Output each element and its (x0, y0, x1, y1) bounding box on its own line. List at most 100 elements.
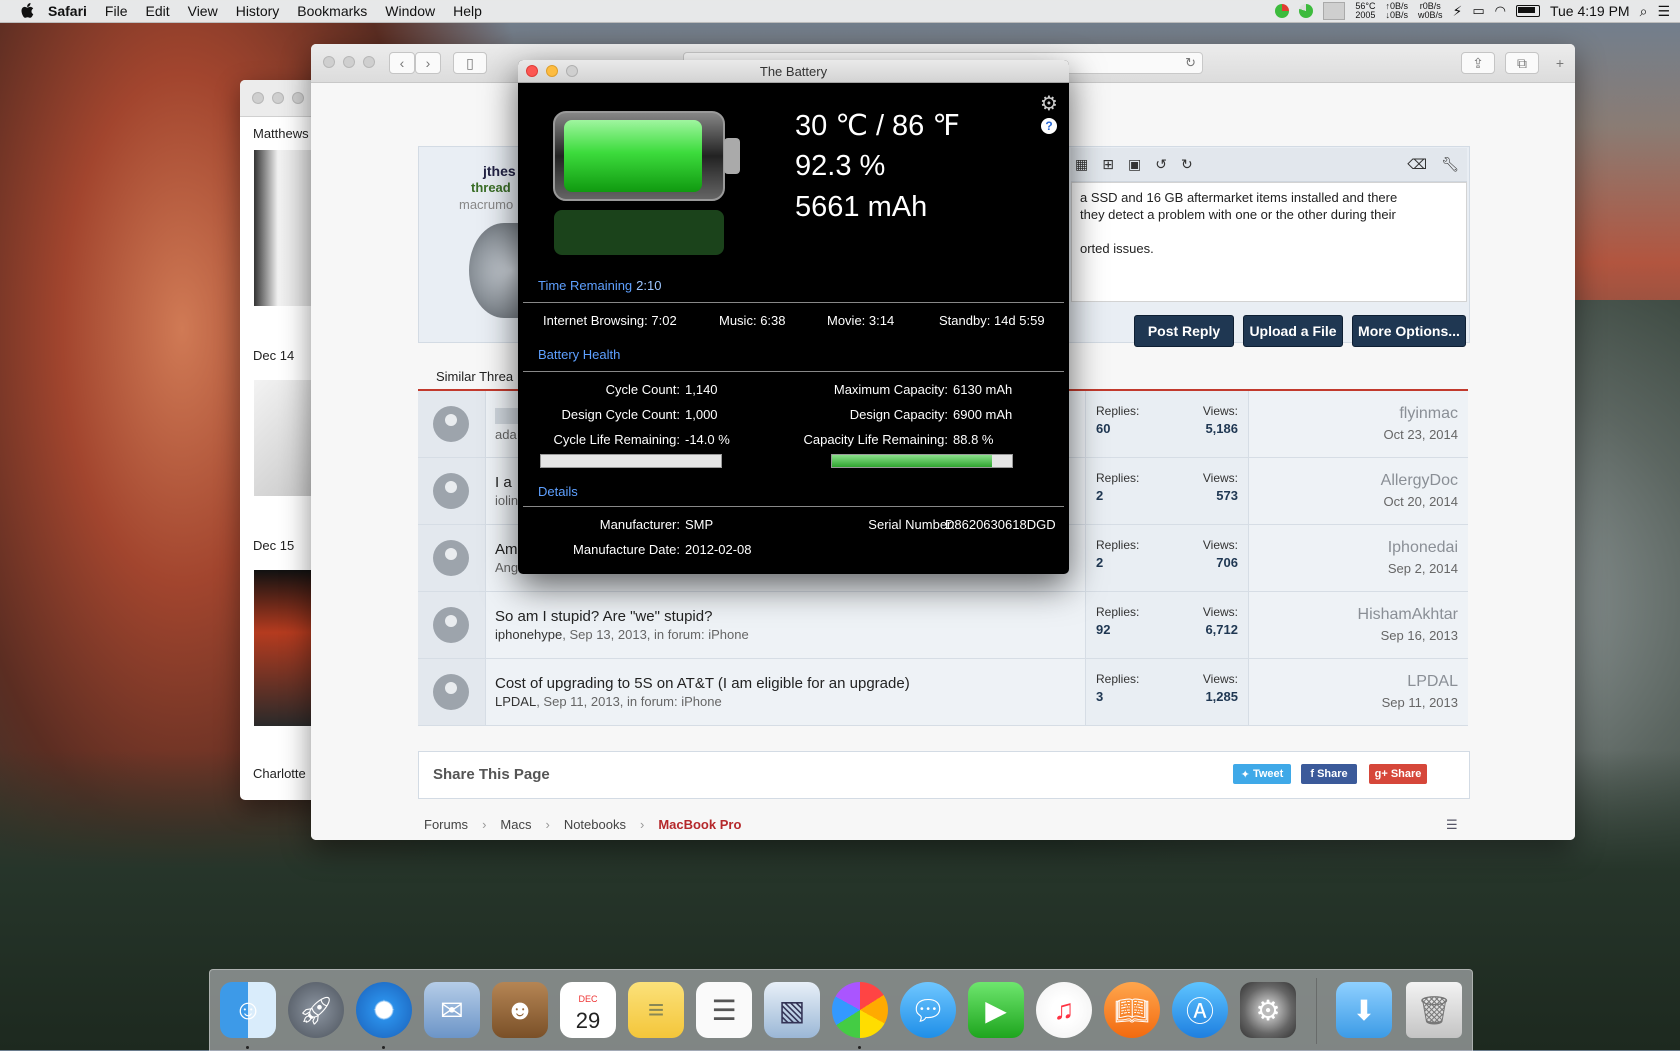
menu-file[interactable]: File (105, 3, 128, 19)
tweet-button[interactable]: ✦ Tweet (1233, 764, 1291, 784)
thread-row[interactable]: Cost of upgrading to 5S on AT&T (I am el… (418, 659, 1468, 726)
back-button[interactable]: ‹ (389, 52, 415, 74)
redo-icon[interactable]: ↻ (1181, 156, 1193, 173)
menu-bookmarks[interactable]: Bookmarks (297, 3, 367, 19)
lightning-icon[interactable]: ⚡ (1452, 3, 1462, 20)
trash-icon[interactable]: 🗑︎ (1406, 982, 1462, 1038)
memory-block-icon[interactable] (1323, 2, 1346, 20)
avatar[interactable] (433, 473, 469, 509)
safari-icon[interactable]: ✦ (356, 982, 412, 1038)
network-readout[interactable]: ↑0B/s ↓0B/s (1385, 2, 1408, 20)
menu-history[interactable]: History (236, 3, 280, 19)
cpu-pie-icon[interactable] (1275, 4, 1290, 18)
avatar[interactable] (433, 540, 469, 576)
last-post-user[interactable]: Iphonedai (1388, 539, 1458, 557)
airplay-icon[interactable]: ▭ (1472, 3, 1484, 19)
itunes-icon[interactable]: ♫ (1036, 982, 1092, 1038)
disk-readout[interactable]: r0B/s w0B/s (1418, 2, 1443, 20)
photo-thumbnail[interactable] (254, 150, 314, 306)
thread-author[interactable]: iphonehype (495, 627, 562, 642)
temp-readout[interactable]: 56°C 2005 (1355, 2, 1375, 20)
menu-app-safari[interactable]: Safari (48, 3, 87, 19)
breadcrumb-notebooks[interactable]: Notebooks (564, 817, 626, 832)
share-button[interactable]: ⇪ (1461, 52, 1495, 74)
facetime-icon[interactable]: ▶ (968, 982, 1024, 1038)
insert-icon[interactable]: ⊞ (1102, 156, 1114, 173)
thread-meta[interactable]: iolin (495, 493, 518, 508)
undo-icon[interactable]: ↺ (1155, 156, 1167, 173)
thread-title[interactable]: So am I stupid? Are "we" stupid? (495, 608, 712, 625)
reply-editor[interactable]: a SSD and 16 GB aftermarket items instal… (1071, 182, 1467, 302)
minimize-button[interactable] (343, 56, 355, 68)
contacts-icon[interactable]: ☻ (492, 982, 548, 1038)
battery-menu-icon[interactable] (1515, 5, 1540, 17)
user-name[interactable]: jthes (483, 163, 516, 179)
messages-icon[interactable]: 💬︎ (900, 982, 956, 1038)
close-button[interactable] (252, 92, 264, 104)
last-post-user[interactable]: LPDAL (1407, 673, 1458, 691)
photo-thumbnail[interactable] (254, 380, 314, 496)
last-post-date[interactable]: Sep 2, 2014 (1388, 561, 1458, 576)
photos-icon[interactable] (832, 982, 888, 1038)
app-store-icon[interactable]: Ⓐ (1172, 982, 1228, 1038)
thread-meta[interactable]: ada (495, 427, 517, 442)
avatar[interactable] (433, 607, 469, 643)
spotlight-icon[interactable]: ⌕ (1640, 3, 1648, 20)
new-tab-button[interactable]: + (1549, 52, 1571, 74)
upload-file-button[interactable]: Upload a File (1243, 315, 1343, 347)
avatar[interactable] (433, 674, 469, 710)
thread-row[interactable]: So am I stupid? Are "we" stupid? iphoneh… (418, 592, 1468, 659)
last-post-date[interactable]: Sep 11, 2013 (1382, 695, 1458, 710)
forward-button[interactable]: › (415, 52, 441, 74)
table-icon[interactable]: ▦ (1075, 156, 1088, 173)
thread-meta[interactable]: Ang (495, 560, 518, 575)
launchpad-icon[interactable]: 🚀︎ (288, 982, 344, 1038)
breadcrumb-macs[interactable]: Macs (500, 817, 531, 832)
ibooks-icon[interactable]: 📖︎ (1104, 982, 1160, 1038)
breadcrumb-forums[interactable]: Forums (424, 817, 468, 832)
reminders-icon[interactable]: ☰ (696, 982, 752, 1038)
google-plus-share-button[interactable]: g+ Share (1369, 764, 1427, 784)
last-post-date[interactable]: Oct 23, 2014 (1384, 427, 1458, 442)
wifi-icon[interactable]: ◠ (1495, 3, 1506, 19)
gear-icon[interactable]: ⚙ (1040, 91, 1058, 116)
photo-thumbnail[interactable] (254, 570, 314, 726)
eraser-icon[interactable]: ⌫ (1407, 156, 1427, 173)
menu-edit[interactable]: Edit (145, 3, 169, 19)
clock[interactable]: Tue 4:19 PM (1550, 3, 1630, 19)
breadcrumb-current[interactable]: MacBook Pro (658, 817, 741, 832)
calendar-icon[interactable]: DEC 29 (560, 982, 616, 1038)
apple-menu-icon[interactable] (20, 3, 34, 19)
memory-pie-icon[interactable] (1299, 4, 1314, 18)
zoom-button[interactable] (292, 92, 304, 104)
last-post-date[interactable]: Sep 16, 2013 (1381, 628, 1458, 643)
thread-title[interactable]: I a (495, 474, 512, 491)
downloads-folder-icon[interactable]: ⬇ (1336, 982, 1392, 1038)
post-reply-button[interactable]: Post Reply (1134, 315, 1234, 347)
reload-icon[interactable]: ↻ (1185, 55, 1196, 71)
menu-window[interactable]: Window (385, 3, 435, 19)
save-icon[interactable]: ▣ (1128, 156, 1141, 173)
sidebar-button[interactable]: ▯ (453, 52, 487, 74)
system-preferences-icon[interactable]: ⚙ (1240, 982, 1296, 1038)
list-icon[interactable]: ☰ (1446, 817, 1458, 833)
avatar[interactable] (433, 406, 469, 442)
notification-center-icon[interactable]: ☰ (1657, 3, 1670, 20)
finder-icon[interactable]: ☺ (220, 982, 276, 1038)
last-post-user[interactable]: flyinmac (1399, 405, 1458, 423)
minimize-button[interactable] (272, 92, 284, 104)
last-post-date[interactable]: Oct 20, 2014 (1384, 494, 1458, 509)
thread-author[interactable]: LPDAL (495, 694, 536, 709)
more-options-button[interactable]: More Options... (1352, 315, 1466, 347)
close-button[interactable] (323, 56, 335, 68)
menu-help[interactable]: Help (453, 3, 482, 19)
thread-title[interactable]: Am (495, 541, 518, 558)
menu-view[interactable]: View (188, 3, 218, 19)
preview-icon[interactable]: ▧ (764, 982, 820, 1038)
last-post-user[interactable]: AllergyDoc (1381, 472, 1458, 490)
wrench-icon[interactable]: 🔧︎ (1441, 156, 1459, 173)
notes-icon[interactable]: ≡ (628, 982, 684, 1038)
help-icon[interactable]: ? (1041, 118, 1057, 134)
facebook-share-button[interactable]: f Share (1301, 764, 1357, 784)
thread-title[interactable]: Cost of upgrading to 5S on AT&T (I am el… (495, 675, 910, 692)
